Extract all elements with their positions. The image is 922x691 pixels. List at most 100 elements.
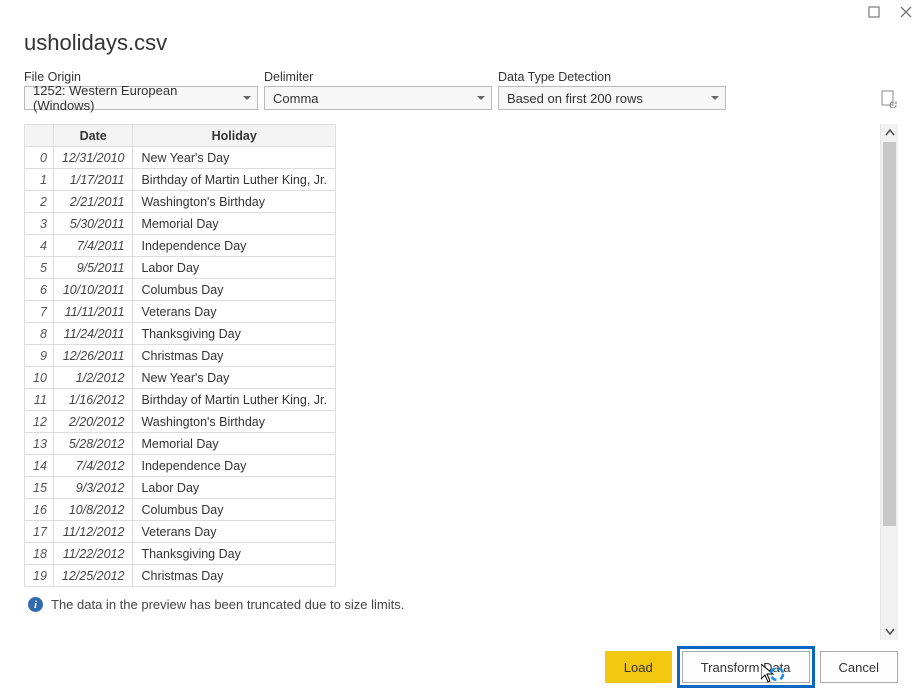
truncation-message: The data in the preview has been truncat… [51, 597, 404, 612]
scroll-thumb[interactable] [883, 142, 896, 526]
table-corner [25, 125, 54, 147]
scroll-up-icon[interactable] [881, 124, 898, 142]
cell-date: 5/28/2012 [53, 433, 133, 455]
table-row[interactable]: 135/28/2012Memorial Day [25, 433, 336, 455]
table-row[interactable]: 147/4/2012Independence Day [25, 455, 336, 477]
cell-date: 11/11/2011 [53, 301, 133, 323]
chevron-down-icon [477, 96, 485, 100]
table-row[interactable]: 122/20/2012Washington's Birthday [25, 411, 336, 433]
table-row[interactable]: 59/5/2011Labor Day [25, 257, 336, 279]
cell-date: 1/2/2012 [53, 367, 133, 389]
detection-value: Based on first 200 rows [507, 91, 643, 106]
file-origin-select[interactable]: 1252: Western European (Windows) [24, 86, 258, 110]
column-header-date[interactable]: Date [53, 125, 133, 147]
cell-date: 10/10/2011 [53, 279, 133, 301]
row-index: 11 [25, 389, 54, 411]
row-index: 15 [25, 477, 54, 499]
cancel-button[interactable]: Cancel [820, 651, 898, 683]
row-index: 2 [25, 191, 54, 213]
transform-data-label: Transform Data [701, 660, 791, 675]
cell-date: 2/21/2011 [53, 191, 133, 213]
refresh-icon[interactable] [880, 90, 898, 108]
table-row[interactable]: 101/2/2012New Year's Day [25, 367, 336, 389]
cell-holiday: Veterans Day [133, 301, 336, 323]
cell-holiday: Thanksgiving Day [133, 543, 336, 565]
load-button[interactable]: Load [605, 651, 672, 683]
vertical-scrollbar[interactable] [880, 124, 898, 640]
row-index: 1 [25, 169, 54, 191]
delimiter-select[interactable]: Comma [264, 86, 492, 110]
row-index: 10 [25, 367, 54, 389]
row-index: 16 [25, 499, 54, 521]
cell-holiday: New Year's Day [133, 147, 336, 169]
cell-date: 12/25/2012 [53, 565, 133, 587]
row-index: 6 [25, 279, 54, 301]
cell-holiday: New Year's Day [133, 367, 336, 389]
cell-date: 1/16/2012 [53, 389, 133, 411]
file-origin-value: 1252: Western European (Windows) [33, 83, 237, 113]
row-index: 18 [25, 543, 54, 565]
page-title: usholidays.csv [0, 24, 922, 70]
cell-date: 11/12/2012 [53, 521, 133, 543]
table-row[interactable]: 811/24/2011Thanksgiving Day [25, 323, 336, 345]
cell-holiday: Thanksgiving Day [133, 323, 336, 345]
cell-date: 12/26/2011 [53, 345, 133, 367]
cell-holiday: Columbus Day [133, 279, 336, 301]
cell-holiday: Labor Day [133, 257, 336, 279]
scroll-down-icon[interactable] [881, 622, 898, 640]
table-row[interactable]: 711/11/2011Veterans Day [25, 301, 336, 323]
cell-date: 2/20/2012 [53, 411, 133, 433]
table-row[interactable]: 11/17/2011Birthday of Martin Luther King… [25, 169, 336, 191]
row-index: 12 [25, 411, 54, 433]
table-row[interactable]: 111/16/2012Birthday of Martin Luther Kin… [25, 389, 336, 411]
cell-date: 7/4/2012 [53, 455, 133, 477]
table-row[interactable]: 1711/12/2012Veterans Day [25, 521, 336, 543]
delimiter-value: Comma [273, 91, 319, 106]
cell-holiday: Columbus Day [133, 499, 336, 521]
table-row[interactable]: 22/21/2011Washington's Birthday [25, 191, 336, 213]
table-row[interactable]: 1610/8/2012Columbus Day [25, 499, 336, 521]
row-index: 14 [25, 455, 54, 477]
detection-select[interactable]: Based on first 200 rows [498, 86, 726, 110]
cell-holiday: Washington's Birthday [133, 191, 336, 213]
row-index: 17 [25, 521, 54, 543]
scroll-track[interactable] [881, 142, 898, 622]
cell-date: 7/4/2011 [53, 235, 133, 257]
row-index: 13 [25, 433, 54, 455]
maximize-icon[interactable] [866, 4, 882, 20]
table-row[interactable]: 912/26/2011Christmas Day [25, 345, 336, 367]
table-row[interactable]: 610/10/2011Columbus Day [25, 279, 336, 301]
table-row[interactable]: 1912/25/2012Christmas Day [25, 565, 336, 587]
row-index: 19 [25, 565, 54, 587]
row-index: 7 [25, 301, 54, 323]
cell-date: 5/30/2011 [53, 213, 133, 235]
file-origin-label: File Origin [24, 70, 258, 84]
cell-holiday: Labor Day [133, 477, 336, 499]
transform-data-button[interactable]: Transform Data [682, 651, 810, 683]
cell-date: 12/31/2010 [53, 147, 133, 169]
column-header-holiday[interactable]: Holiday [133, 125, 336, 147]
cell-holiday: Christmas Day [133, 345, 336, 367]
table-row[interactable]: 012/31/2010New Year's Day [25, 147, 336, 169]
table-header-row: Date Holiday [25, 125, 336, 147]
cell-holiday: Veterans Day [133, 521, 336, 543]
table-row[interactable]: 47/4/2011Independence Day [25, 235, 336, 257]
row-index: 9 [25, 345, 54, 367]
cell-date: 11/22/2012 [53, 543, 133, 565]
preview-table: Date Holiday 012/31/2010New Year's Day11… [24, 124, 336, 587]
cell-holiday: Birthday of Martin Luther King, Jr. [133, 169, 336, 191]
row-index: 8 [25, 323, 54, 345]
cell-date: 9/5/2011 [53, 257, 133, 279]
cell-holiday: Independence Day [133, 235, 336, 257]
cell-date: 10/8/2012 [53, 499, 133, 521]
row-index: 3 [25, 213, 54, 235]
table-row[interactable]: 1811/22/2012Thanksgiving Day [25, 543, 336, 565]
table-row[interactable]: 35/30/2011Memorial Day [25, 213, 336, 235]
close-icon[interactable] [898, 4, 914, 20]
table-row[interactable]: 159/3/2012Labor Day [25, 477, 336, 499]
cell-date: 11/24/2011 [53, 323, 133, 345]
cell-holiday: Birthday of Martin Luther King, Jr. [133, 389, 336, 411]
row-index: 0 [25, 147, 54, 169]
row-index: 5 [25, 257, 54, 279]
info-icon: i [28, 597, 43, 612]
